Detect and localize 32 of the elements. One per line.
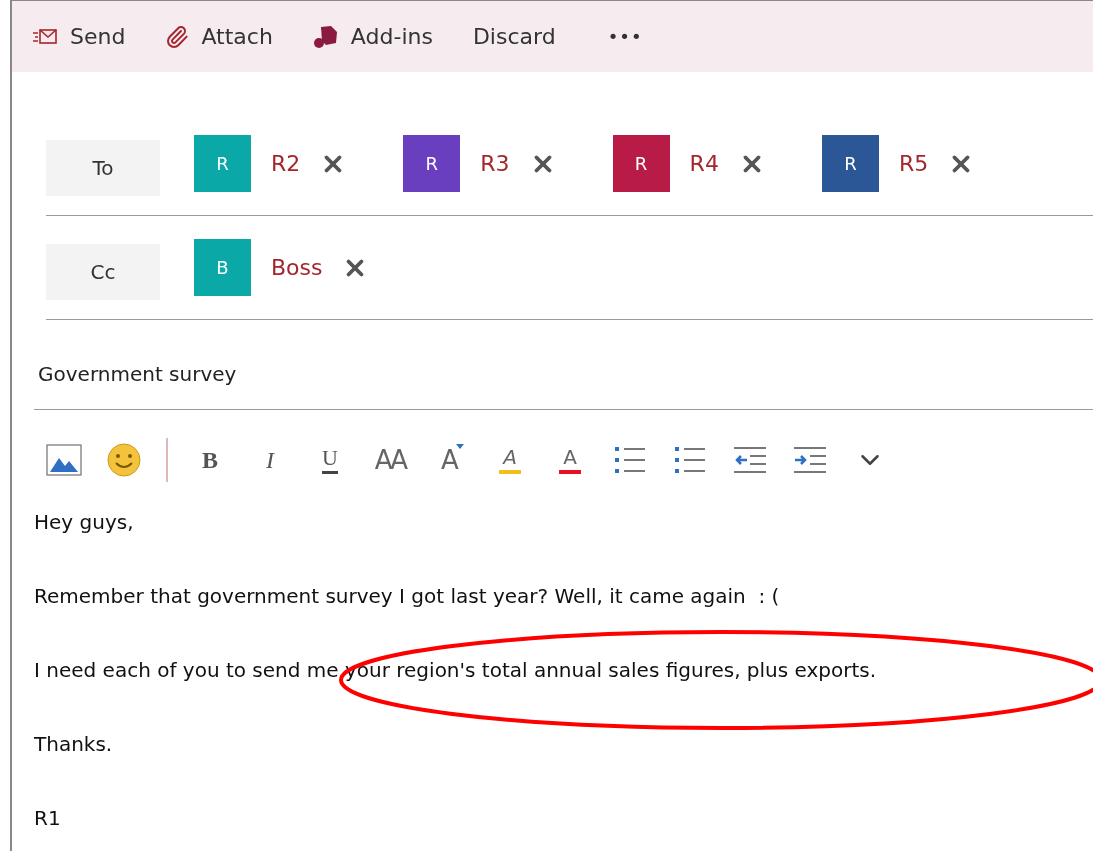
recipient-name[interactable]: Boss [271, 251, 323, 284]
command-button[interactable]: Attach [165, 20, 273, 53]
more-button[interactable]: ••• [595, 23, 655, 50]
command-button[interactable]: Send [32, 20, 126, 53]
body-paragraph: Remember that government survey I got last year? Well, it came again : ( [34, 584, 780, 608]
grow-font-button[interactable]: A [420, 438, 480, 482]
body-paragraph: R1 [34, 806, 61, 830]
body-paragraph: Hey guys, [34, 510, 134, 534]
underline-button[interactable]: U [300, 438, 360, 482]
cube-icon [312, 23, 339, 50]
avatar: B [194, 239, 251, 296]
avatar: R [612, 135, 670, 192]
avatar: R [821, 135, 879, 192]
command-button[interactable]: Add-ins [312, 20, 433, 53]
recipient-name[interactable]: R2 [271, 147, 301, 180]
paperclip-icon [165, 24, 190, 49]
subject-field[interactable]: Government survey [38, 359, 237, 389]
body-paragraph: Thanks. [34, 732, 113, 756]
bold-button[interactable]: B [180, 438, 240, 482]
send-icon [32, 26, 58, 47]
recipient-name[interactable]: R5 [898, 147, 929, 180]
field-label[interactable]: Cc [46, 243, 160, 300]
font-size-button[interactable]: AA [360, 438, 420, 482]
avatar: R [403, 135, 461, 192]
recipient-name[interactable]: R4 [689, 147, 719, 180]
command-button[interactable]: Discard [472, 20, 556, 53]
avatar: R [194, 135, 251, 192]
highlight-button[interactable]: A [480, 438, 540, 482]
font-color-button[interactable]: A [540, 438, 600, 482]
recipient-name[interactable]: R3 [480, 147, 510, 180]
italic-button[interactable]: I [240, 438, 300, 482]
field-label[interactable]: To [46, 139, 160, 196]
